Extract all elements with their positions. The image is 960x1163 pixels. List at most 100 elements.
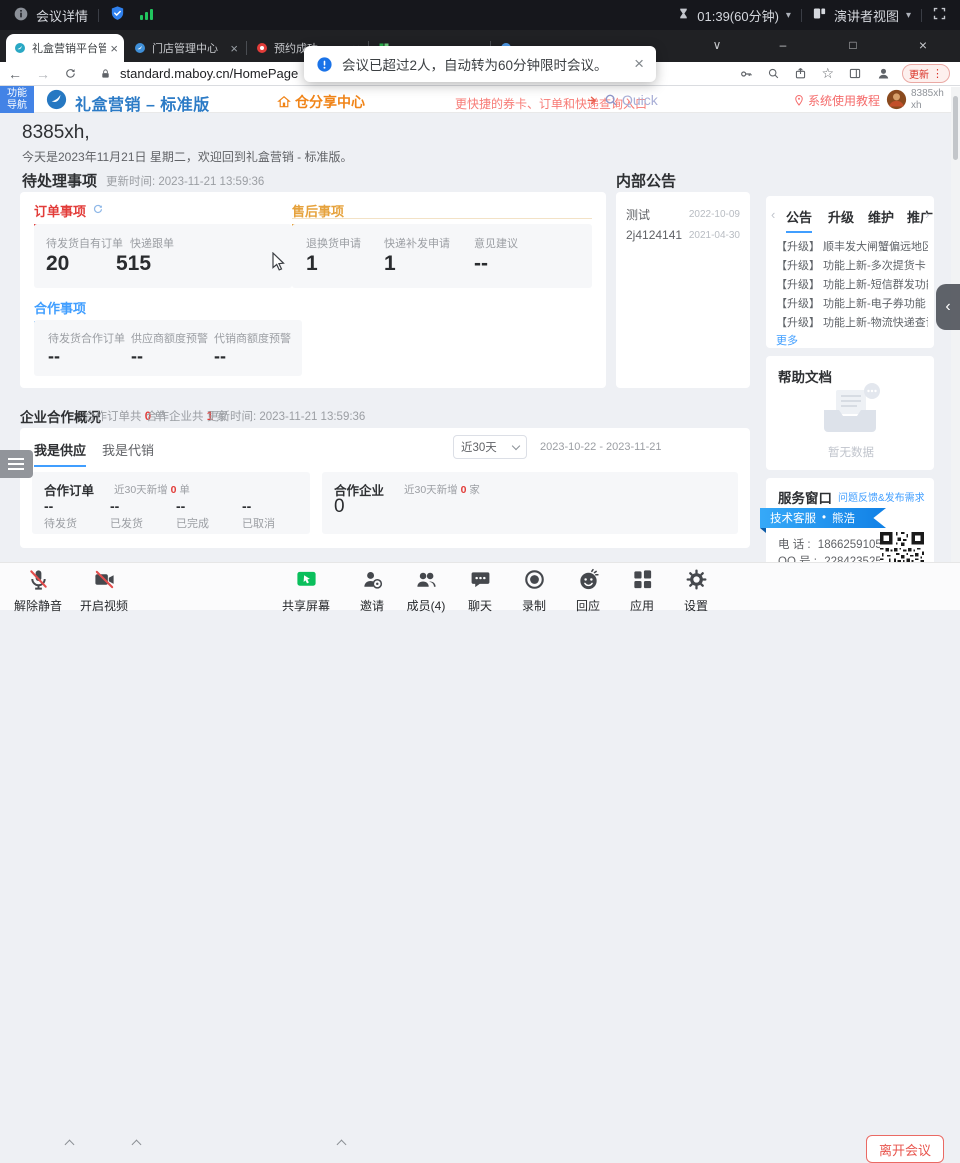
banner-close-icon[interactable]: × <box>634 54 644 74</box>
phone-label: 电 话 : <box>778 539 811 551</box>
video-button[interactable]: 开启视频 <box>76 568 132 614</box>
mute-button[interactable]: 解除静音 <box>10 568 66 614</box>
order-matters-tab[interactable]: 订单事项 <box>34 201 86 226</box>
page-scrollbar-thumb[interactable] <box>953 96 958 160</box>
view-dropdown-icon[interactable]: ▾ <box>906 10 911 21</box>
notice-tab[interactable]: 维护 <box>868 207 894 226</box>
tab-favicon <box>256 42 268 54</box>
notice-item[interactable]: 【升级】 功能上新-多次提货卡 <box>776 257 928 273</box>
window-close-icon[interactable]: × <box>906 30 940 60</box>
tabs-scroll-right-icon[interactable]: › <box>925 207 929 222</box>
browser-update-button[interactable]: 更新 ⋮ <box>902 64 950 83</box>
key-icon[interactable] <box>739 67 753 81</box>
forward-icon[interactable]: → <box>36 66 50 82</box>
profile-avatar-icon[interactable] <box>876 66 891 81</box>
meeting-detail-label[interactable]: 会议详情 <box>36 6 88 25</box>
hamburger-line <box>8 458 24 460</box>
members-label: 成员(4) <box>398 597 454 614</box>
function-nav-tab[interactable]: 功能 导航 <box>0 86 34 113</box>
tab-agent[interactable]: 我是代销 <box>102 440 154 459</box>
gear-icon <box>685 568 708 591</box>
notice-tab[interactable]: 升级 <box>828 207 854 226</box>
tabs-scroll-left-icon[interactable]: ‹ <box>771 207 775 222</box>
window-maximize-icon[interactable]: □ <box>836 30 870 60</box>
tab-supplier[interactable]: 我是供应 <box>34 440 86 467</box>
share-icon[interactable] <box>794 67 807 80</box>
coop-orders-box: 合作订单 近30天新增 0 单 -- 待发货 -- 已发货 -- 已完成 -- … <box>32 472 310 534</box>
user-name-block[interactable]: 8385xh xh <box>911 88 944 112</box>
share-center-link[interactable]: 仓分享中心 <box>277 92 365 112</box>
tab-close-icon[interactable]: × <box>230 41 238 56</box>
video-label: 开启视频 <box>76 597 132 614</box>
floating-menu-handle[interactable] <box>0 450 33 478</box>
panel-collapse-handle[interactable]: ‹ <box>936 284 960 330</box>
reload-icon[interactable] <box>64 67 77 80</box>
tutorial-link[interactable]: 系统使用教程 <box>793 92 880 109</box>
stat-value[interactable]: 20 <box>46 252 69 276</box>
record-button[interactable]: 录制 <box>506 568 562 614</box>
meeting-toolbar: 解除静音 开启视频 共享屏幕 邀请 成员(4) 聊天 录制 回应 应用 设置 离… <box>0 562 960 610</box>
notice-item[interactable]: 【升级】 功能上新-物流快递查询 <box>776 314 928 330</box>
mute-options-caret[interactable] <box>65 1140 75 1150</box>
service-window-card: 服务窗口 问题反馈&发布需求 技术客服 • 熊浩 电 话 : 186625910… <box>766 478 934 574</box>
phone-number[interactable]: 18662591050 <box>818 539 888 551</box>
zoom-icon[interactable] <box>767 67 780 80</box>
aftersale-stats-box: 退换货申请 快递补发申请 意见建议 1 1 -- <box>292 224 592 288</box>
layout-view-icon <box>812 6 827 24</box>
notice-item[interactable]: 【升级】 功能上新-电子券功能 <box>776 295 928 311</box>
stat-value[interactable]: -- <box>48 346 60 367</box>
aftersale-tab[interactable]: 售后事项 <box>292 201 344 226</box>
fullscreen-icon[interactable] <box>932 6 947 24</box>
window-minimize-icon[interactable]: – <box>766 30 800 60</box>
tab-label: 门店管理中心 <box>152 40 226 56</box>
stat-value[interactable]: 1 <box>384 252 396 276</box>
notice-item[interactable]: 【升级】 顺丰发大闸蟹偏远地区不成功问... <box>776 238 928 254</box>
divider <box>98 9 99 22</box>
stat-label: 意见建议 <box>474 235 518 251</box>
notice-tab-active[interactable]: 公告 <box>786 207 812 233</box>
stat-label: 待发货自有订单 <box>46 235 123 251</box>
timer-dropdown-icon[interactable]: ▾ <box>786 10 791 21</box>
chat-button[interactable]: 聊天 <box>452 568 508 614</box>
url-text[interactable]: standard.maboy.cn/HomePage <box>120 66 298 81</box>
side-panel-icon[interactable] <box>848 67 862 80</box>
leave-meeting-button[interactable]: 离开会议 <box>866 1135 944 1163</box>
members-button[interactable]: 成员(4) <box>398 568 454 614</box>
stat-value: -- <box>44 498 53 514</box>
bookmark-star-icon[interactable]: ☆ <box>821 65 834 82</box>
notice-item[interactable]: 【升级】 功能上新-短信群发功能 <box>776 276 928 292</box>
browser-tab[interactable]: 门店管理中心 × <box>126 34 244 62</box>
quick-search-button[interactable]: Quick <box>604 92 658 108</box>
refresh-icon[interactable] <box>92 202 104 220</box>
view-mode-label[interactable]: 演讲者视图 <box>834 6 899 25</box>
user-avatar[interactable] <box>886 89 907 115</box>
share-options-caret[interactable] <box>337 1140 347 1150</box>
pending-card: 订单事项 待发货自有订单 快递跟单 20 515 售后事项 退换货申请 快递补发… <box>20 192 606 388</box>
lock-icon[interactable] <box>100 68 111 80</box>
stat-value[interactable]: -- <box>131 346 143 367</box>
tab-close-icon[interactable]: × <box>110 41 118 56</box>
stat-value[interactable]: -- <box>474 252 488 276</box>
invite-button[interactable]: 邀请 <box>344 568 400 614</box>
meeting-info-icon[interactable] <box>13 6 29 25</box>
browser-tab-active[interactable]: 礼盒营销平台管理中心 × <box>6 34 124 62</box>
back-icon[interactable]: ← <box>8 66 22 82</box>
reaction-button[interactable]: 回应 <box>560 568 616 614</box>
bulletin-item[interactable]: 2j4124141 2021-04-30 <box>626 228 740 242</box>
video-options-caret[interactable] <box>132 1140 142 1150</box>
share-screen-button[interactable]: 共享屏幕 <box>278 568 334 614</box>
feedback-link[interactable]: 问题反馈&发布需求 <box>838 489 925 504</box>
stat-value[interactable]: 1 <box>306 252 318 276</box>
window-menu-icon[interactable]: ∨ <box>700 30 734 60</box>
security-shield-icon[interactable] <box>109 5 126 25</box>
stat-label: 已完成 <box>176 515 209 531</box>
settings-button[interactable]: 设置 <box>668 568 724 614</box>
notices-more-link[interactable]: 更多 <box>776 332 798 348</box>
apps-button[interactable]: 应用 <box>614 568 670 614</box>
browser-menu-icon[interactable]: ⋮ <box>932 67 943 80</box>
stat-value[interactable]: -- <box>214 346 226 367</box>
range-select[interactable]: 近30天 <box>453 435 527 459</box>
bulletin-item[interactable]: 测试 2022-10-09 <box>626 206 740 223</box>
network-signal-icon[interactable] <box>139 7 155 24</box>
stat-value[interactable]: 515 <box>116 252 151 276</box>
